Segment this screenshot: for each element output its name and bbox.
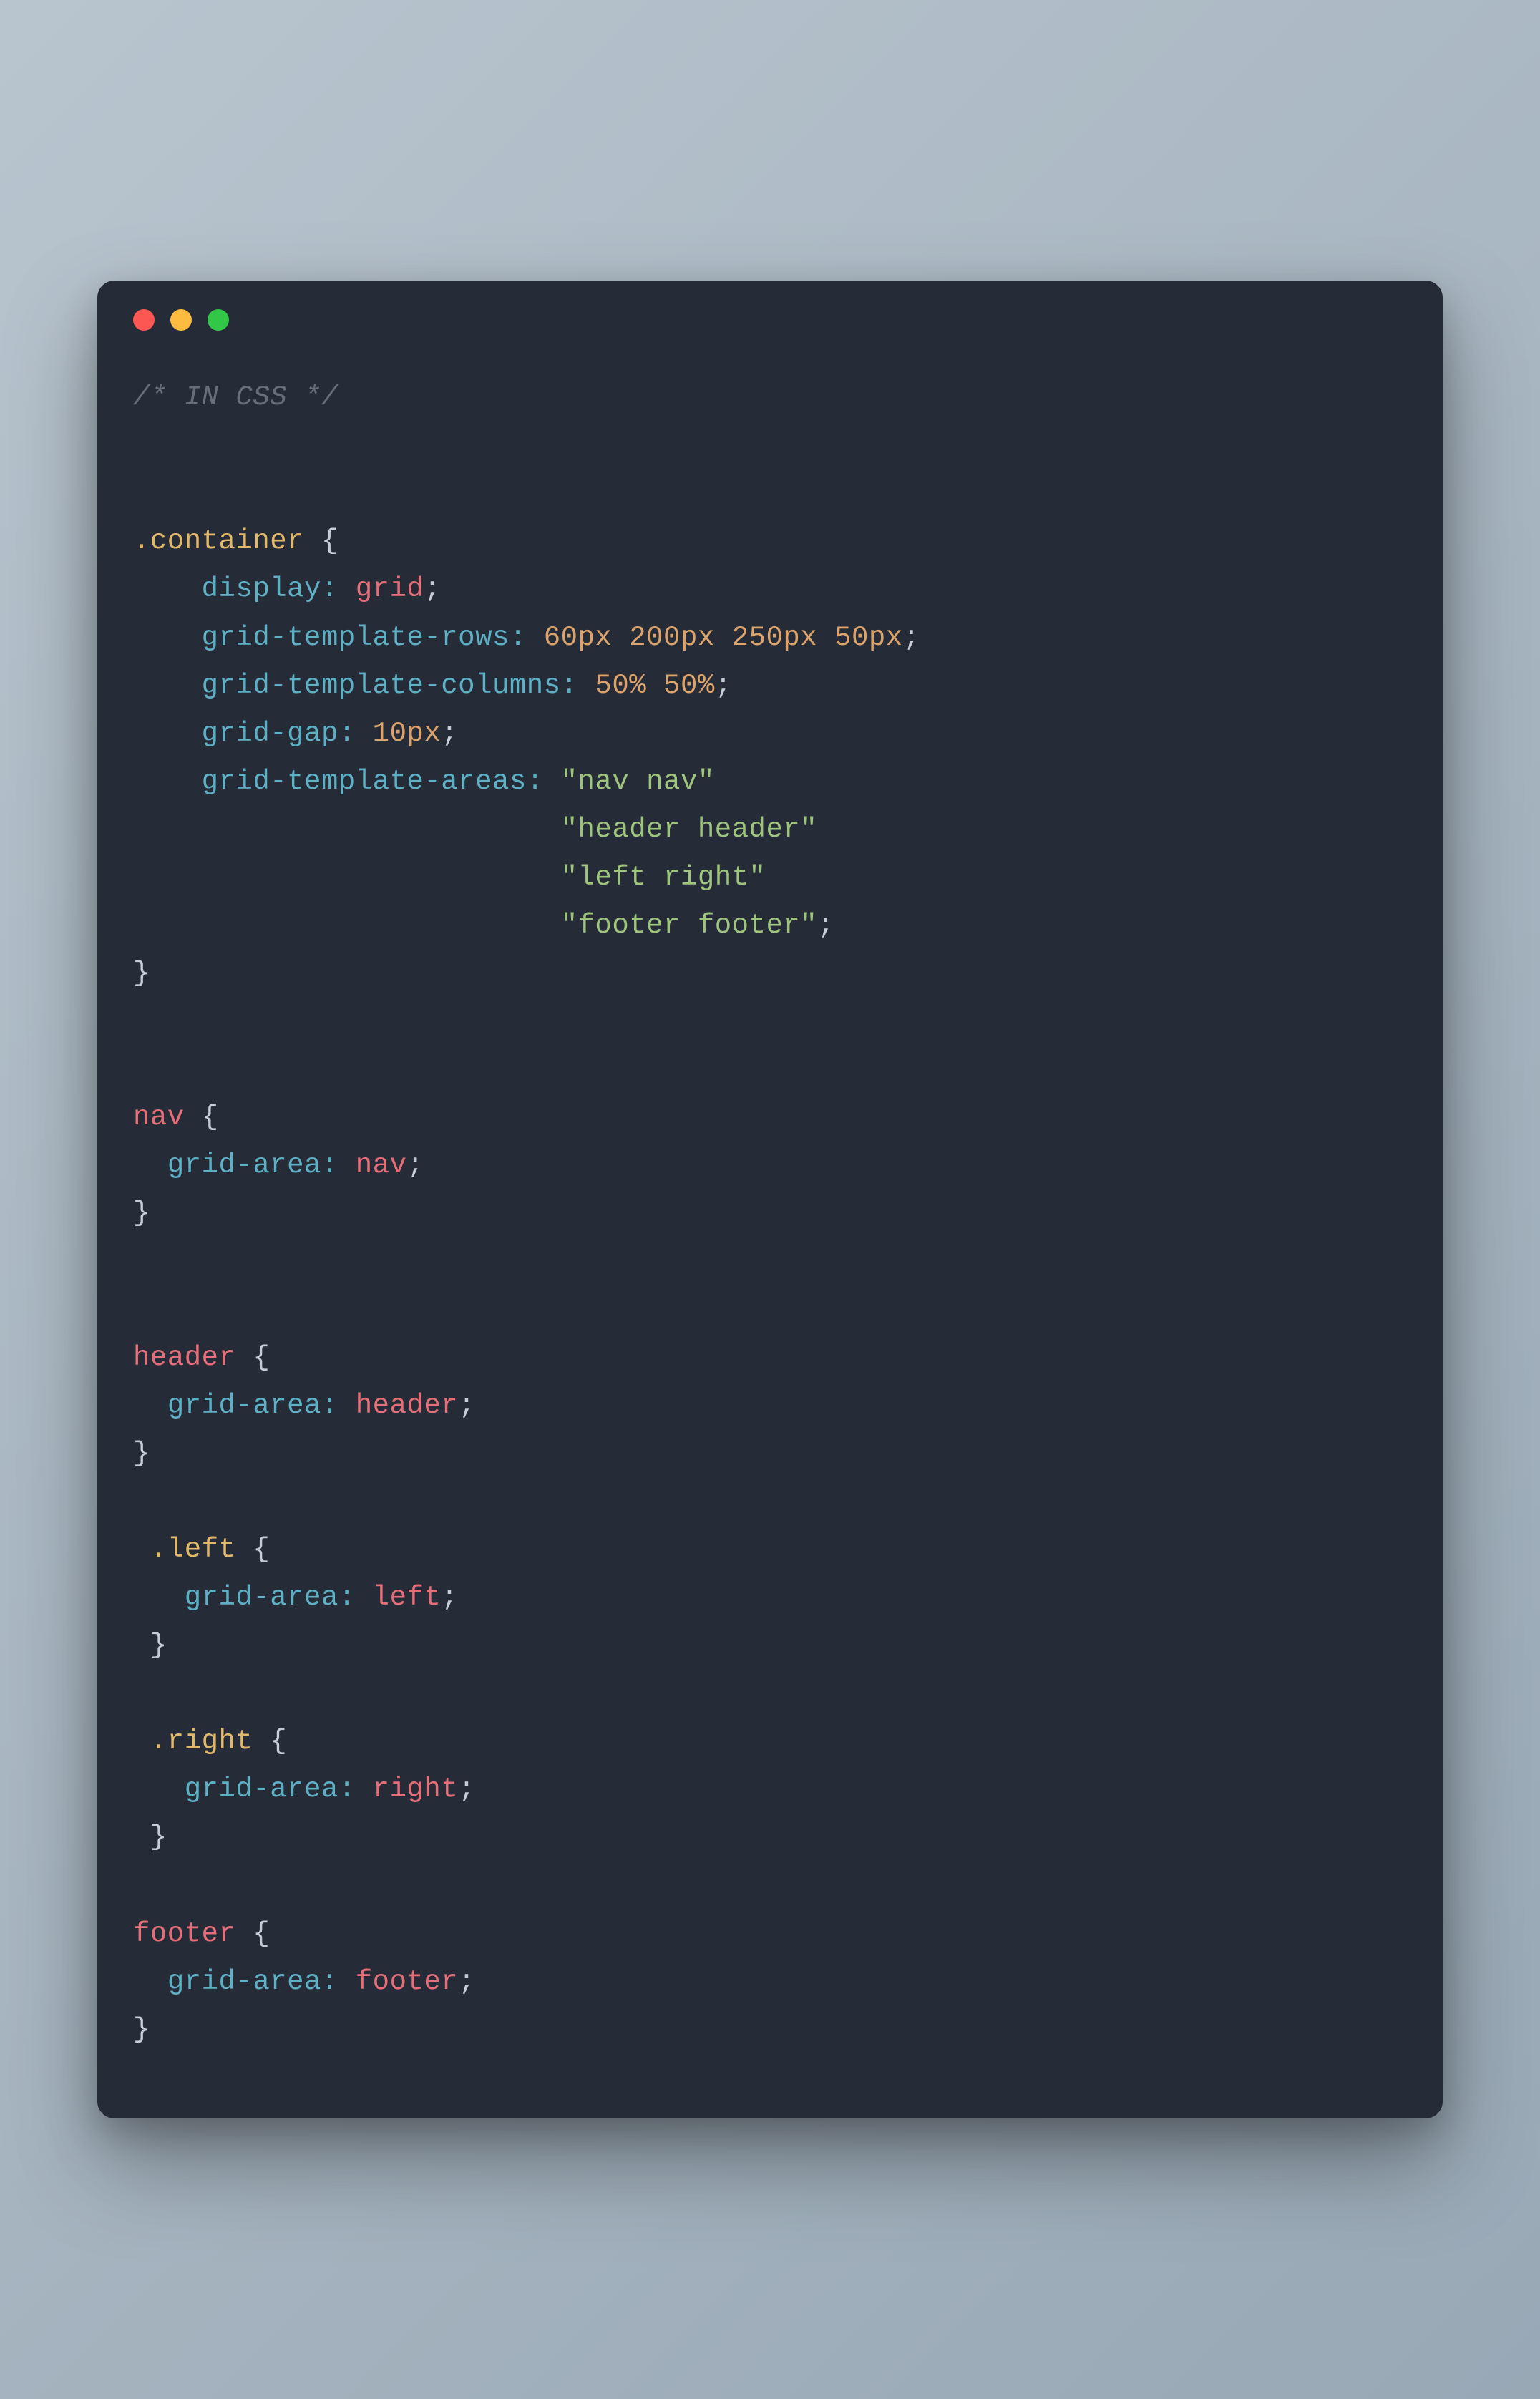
val-gtc: 50% 50%	[595, 670, 714, 701]
prop-ga-right: grid-area	[185, 1773, 338, 1805]
val-ga-right: right	[373, 1773, 459, 1805]
minimize-icon[interactable]	[170, 309, 192, 331]
prop-display: display	[202, 573, 321, 605]
prop-gtc: grid-template-columns	[202, 670, 561, 701]
prop-gtr: grid-template-rows	[202, 622, 510, 653]
selector-right: .right	[150, 1726, 253, 1757]
titlebar	[97, 281, 1443, 345]
selector-nav: nav	[133, 1101, 185, 1133]
close-icon[interactable]	[133, 309, 155, 331]
val-gg: 10px	[373, 718, 442, 749]
gta-line-1: "header header"	[561, 814, 818, 845]
selector-container: .container	[133, 525, 304, 557]
code-comment: /* IN CSS */	[133, 381, 338, 413]
selector-footer: footer	[133, 1918, 235, 1950]
selector-left: .left	[150, 1534, 236, 1565]
prop-ga-header: grid-area	[167, 1390, 321, 1421]
prop-gg: grid-gap	[202, 718, 338, 749]
zoom-icon[interactable]	[208, 309, 229, 331]
val-ga-footer: footer	[356, 1966, 458, 1997]
gta-line-2: "left right"	[561, 862, 766, 893]
prop-ga-footer: grid-area	[167, 1966, 321, 1997]
gta-line-3: "footer footer"	[561, 910, 818, 941]
code-content: /* IN CSS */ .container { display: grid;…	[97, 345, 1443, 2118]
prop-gta: grid-template-areas	[202, 766, 527, 797]
selector-header: header	[133, 1342, 235, 1373]
val-display: grid	[356, 573, 424, 605]
editor-window: /* IN CSS */ .container { display: grid;…	[97, 281, 1443, 2118]
prop-ga-left: grid-area	[185, 1582, 338, 1613]
gta-line-0: "nav nav"	[561, 766, 715, 797]
val-gtr: 60px 200px 250px 50px	[544, 622, 903, 653]
val-ga-header: header	[356, 1390, 458, 1421]
prop-ga-nav: grid-area	[167, 1149, 321, 1181]
val-ga-left: left	[373, 1582, 442, 1613]
brace-close: }	[133, 958, 150, 989]
val-ga-nav: nav	[356, 1149, 407, 1181]
brace-open: {	[321, 525, 338, 557]
